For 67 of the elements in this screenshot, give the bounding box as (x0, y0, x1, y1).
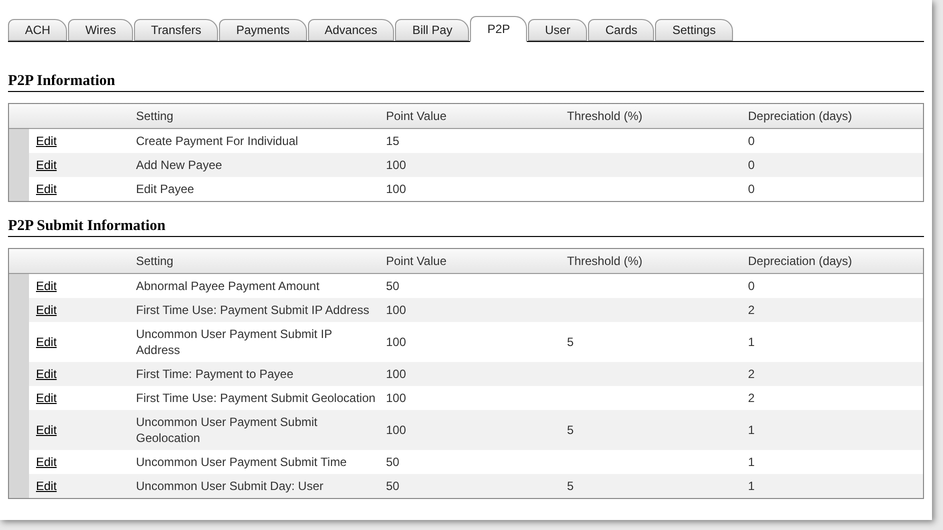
table-cell-text: Edit Payee (136, 181, 196, 198)
table-cell-text: 50 (386, 478, 400, 495)
table-cell-text: Uncommon User Payment Submit IP Address (136, 326, 333, 359)
table-cell-text: 2 (748, 302, 755, 319)
edit-link[interactable]: Edit (36, 134, 57, 148)
column-header: Depreciation (days) (748, 108, 852, 125)
column-header: Threshold (%) (567, 253, 642, 270)
table-cell-text: First Time Use: Payment Submit IP Address (136, 302, 370, 319)
table-cell-text: 100 (386, 334, 406, 351)
table-cell-text: 5 (567, 478, 574, 495)
table-cell-text: Uncommon User Payment Submit Time (136, 454, 348, 471)
table-cell-text: 0 (748, 278, 755, 295)
column-header: Point Value (386, 108, 446, 125)
table-cell-text: Add New Payee (136, 157, 224, 174)
section-heading: P2P Submit Information (8, 217, 924, 237)
table-cell-text: 100 (386, 422, 406, 439)
table-cell-text: 5 (567, 422, 574, 439)
tab[interactable]: ACH (8, 19, 68, 41)
table-cell-text: 1 (748, 334, 755, 351)
column-header: Setting (136, 108, 174, 125)
column-header: Point Value (386, 253, 446, 270)
section-heading: P2P Information (8, 72, 924, 92)
table-cell-text: 0 (748, 157, 755, 174)
tab[interactable]: Cards (588, 19, 654, 41)
edit-link[interactable]: Edit (36, 279, 57, 293)
table-cell-text: 0 (748, 181, 755, 198)
table-cell-text: 0 (748, 133, 755, 150)
tab[interactable]: Transfers (134, 19, 218, 41)
tab[interactable]: Advances (308, 19, 394, 41)
table-cell-text: 100 (386, 157, 406, 174)
table-cell-text: 100 (386, 366, 406, 383)
edit-link[interactable]: Edit (36, 182, 57, 196)
table-cell-text: 1 (748, 422, 755, 439)
table-cell-text: 2 (748, 366, 755, 383)
tab[interactable]: Bill Pay (395, 19, 470, 41)
tab[interactable]: Payments (219, 19, 307, 41)
table-cell-text: 50 (386, 278, 400, 295)
table-cell-text: 1 (748, 478, 755, 495)
tab[interactable]: User (528, 19, 588, 41)
table-cell-text: 50 (386, 454, 400, 471)
tab[interactable]: Wires (68, 19, 134, 41)
table-cell-text: 2 (748, 390, 755, 407)
table-cell-text: Uncommon User Submit Day: User (136, 478, 324, 495)
edit-link[interactable]: Edit (36, 303, 57, 317)
edit-link[interactable]: Edit (36, 367, 57, 381)
table-cell-text: 1 (748, 454, 755, 471)
edit-link[interactable]: Edit (36, 391, 57, 405)
column-header: Depreciation (days) (748, 253, 852, 270)
column-header: Threshold (%) (567, 108, 642, 125)
table-cell-text: First Time Use: Payment Submit Geolocation (136, 390, 376, 407)
table-cell-text: 15 (386, 133, 400, 150)
table-cell-text: 100 (386, 390, 406, 407)
table-cell-text: Create Payment For Individual (136, 133, 300, 150)
table-cell-text: 100 (386, 302, 406, 319)
edit-link[interactable]: Edit (36, 158, 57, 172)
table-cell-text: Uncommon User Payment Submit Geolocation (136, 414, 318, 447)
table-cell-text: Abnormal Payee Payment Amount (136, 278, 320, 295)
tab[interactable]: Settings (655, 19, 733, 41)
tab[interactable]: P2P (470, 16, 528, 42)
edit-link[interactable]: Edit (36, 479, 57, 493)
edit-link[interactable]: Edit (36, 455, 57, 469)
table-cell-text: 5 (567, 334, 574, 351)
table-cell-text: 100 (386, 181, 406, 198)
edit-link[interactable]: Edit (36, 423, 57, 437)
table-cell-text: First Time: Payment to Payee (136, 366, 294, 383)
edit-link[interactable]: Edit (36, 335, 57, 349)
column-header: Setting (136, 253, 174, 270)
